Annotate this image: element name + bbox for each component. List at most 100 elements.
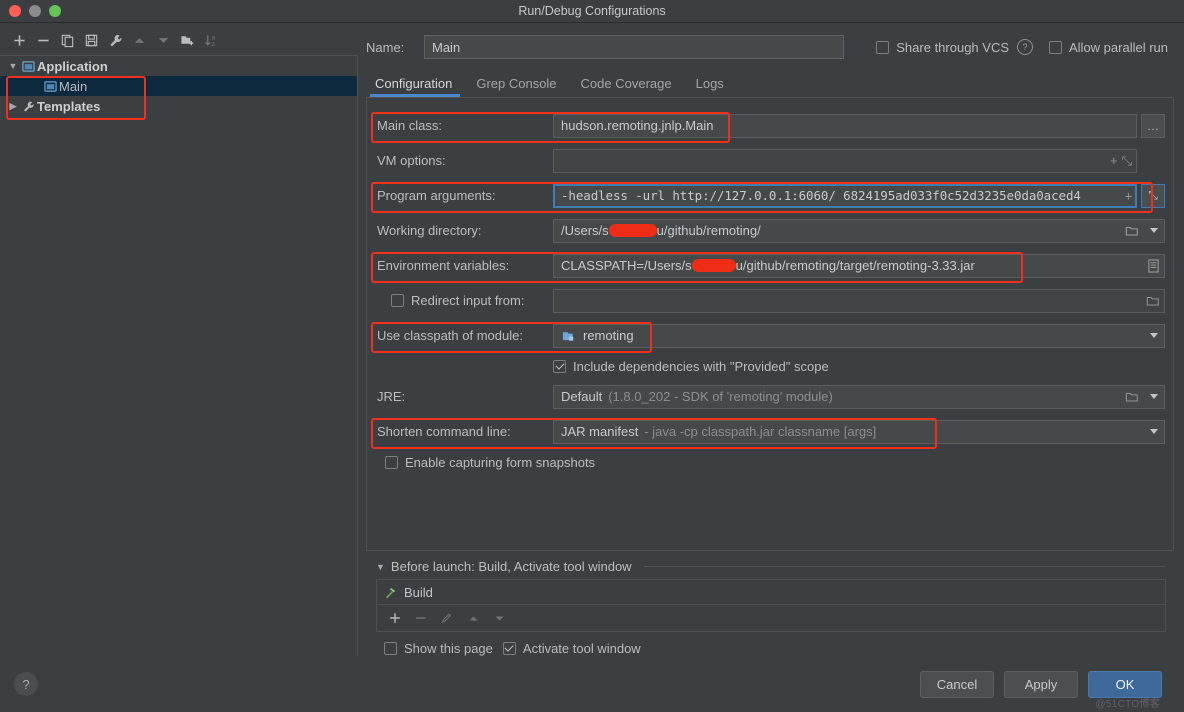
dialog-footer: Cancel Apply OK @51CTO博客	[366, 656, 1174, 712]
enable-form-snapshots-checkbox[interactable]	[385, 456, 398, 469]
allow-parallel-run-checkbox[interactable]	[1049, 41, 1062, 54]
shorten-command-line-control: JAR manifest - java -cp classpath.jar cl…	[553, 420, 1165, 444]
cancel-button[interactable]: Cancel	[920, 671, 994, 698]
share-through-vcs-option[interactable]: Share through VCS	[876, 40, 1009, 55]
show-this-page-label: Show this page	[404, 641, 493, 656]
redirect-input-field[interactable]	[553, 289, 1165, 313]
include-provided-scope-row[interactable]: Include dependencies with "Provided" sco…	[367, 353, 1173, 379]
redaction-block	[609, 224, 657, 237]
remove-task-button[interactable]	[411, 608, 431, 628]
jre-input[interactable]: Default (1.8.0_202 - SDK of 'remoting' m…	[553, 385, 1143, 409]
shorten-command-line-input[interactable]: JAR manifest - java -cp classpath.jar cl…	[553, 420, 1143, 444]
move-up-button[interactable]	[128, 29, 150, 51]
before-launch-checkboxes: Show this page Activate tool window	[376, 632, 1166, 656]
vm-options-input[interactable]: + ⤡	[553, 149, 1137, 173]
chevron-down-icon	[1150, 228, 1158, 233]
working-directory-browse-icon[interactable]	[1119, 224, 1139, 238]
edit-templates-wrench-icon[interactable]	[104, 29, 126, 51]
apply-button[interactable]: Apply	[1004, 671, 1078, 698]
add-configuration-button[interactable]	[8, 29, 30, 51]
before-launch-task-row[interactable]: Build	[377, 580, 1165, 604]
redirect-input-label-group[interactable]: Redirect input from:	[377, 293, 553, 308]
jre-dropdown-button[interactable]	[1143, 385, 1165, 409]
program-arguments-input[interactable]: -headless -url http://127.0.0.1:6060/ 68…	[553, 184, 1137, 208]
jre-value: Default	[561, 389, 602, 404]
save-configuration-icon[interactable]	[80, 29, 102, 51]
edit-task-pencil-icon[interactable]	[437, 608, 457, 628]
configuration-form: Main class: hudson.remoting.jnlp.Main … …	[367, 98, 1173, 475]
working-directory-label: Working directory:	[377, 223, 553, 238]
chevron-down-icon[interactable]: ▼	[6, 61, 20, 71]
chevron-right-icon[interactable]: ▶	[6, 101, 20, 112]
main-class-input[interactable]: hudson.remoting.jnlp.Main	[553, 114, 1137, 138]
move-task-down-button[interactable]	[489, 608, 509, 628]
environment-variables-label: Environment variables:	[377, 258, 553, 273]
application-icon	[20, 60, 37, 73]
jre-browse-icon[interactable]	[1119, 390, 1139, 404]
tree-node-label: Application	[37, 59, 108, 74]
tab-configuration[interactable]: Configuration	[366, 76, 464, 97]
main-class-control: hudson.remoting.jnlp.Main …	[553, 114, 1165, 138]
environment-variables-input[interactable]: CLASSPATH=/Users/su/github/remoting/targ…	[553, 254, 1165, 278]
activate-tool-window-option[interactable]: Activate tool window	[503, 641, 641, 656]
working-directory-row: Working directory: /Users/su/github/remo…	[367, 213, 1173, 248]
main-class-browse-button[interactable]: …	[1141, 114, 1165, 138]
use-classpath-of-module-dropdown-button[interactable]	[1143, 324, 1165, 348]
vm-options-label: VM options:	[377, 153, 553, 168]
expand-editor-icon[interactable]: ⤡	[1122, 153, 1132, 169]
enable-form-snapshots-row[interactable]: Enable capturing form snapshots	[367, 449, 1173, 475]
new-folder-icon[interactable]	[176, 29, 198, 51]
share-vcs-help-icon[interactable]: ?	[1017, 39, 1033, 55]
tab-code-coverage[interactable]: Code Coverage	[569, 76, 684, 97]
tree-node-main[interactable]: Main	[0, 76, 357, 96]
name-input[interactable]: Main	[424, 35, 844, 59]
allow-parallel-run-option[interactable]: Allow parallel run	[1049, 40, 1168, 55]
add-macro-icon[interactable]: +	[1110, 153, 1118, 168]
before-launch-section: ▼ Before launch: Build, Activate tool wi…	[366, 551, 1174, 656]
main-class-label: Main class:	[377, 118, 553, 133]
show-this-page-option[interactable]: Show this page	[384, 641, 493, 656]
redirect-input-checkbox[interactable]	[391, 294, 404, 307]
before-launch-divider	[644, 566, 1166, 567]
jre-value-hint: (1.8.0_202 - SDK of 'remoting' module)	[608, 389, 833, 404]
allow-parallel-run-label: Allow parallel run	[1069, 40, 1168, 55]
program-arguments-expand-button[interactable]: ⤡	[1141, 184, 1165, 208]
add-macro-icon[interactable]: +	[1125, 188, 1132, 203]
environment-variables-edit-icon[interactable]	[1141, 259, 1160, 273]
move-down-button[interactable]	[152, 29, 174, 51]
tab-grep-console[interactable]: Grep Console	[464, 76, 568, 97]
include-provided-scope-checkbox[interactable]	[553, 360, 566, 373]
share-through-vcs-label: Share through VCS	[896, 40, 1009, 55]
configuration-form-panel: Main class: hudson.remoting.jnlp.Main … …	[366, 97, 1174, 551]
chevron-down-icon[interactable]: ▼	[376, 562, 385, 572]
share-through-vcs-checkbox[interactable]	[876, 41, 889, 54]
use-classpath-of-module-input[interactable]: remoting	[553, 324, 1143, 348]
help-button[interactable]: ?	[14, 672, 38, 696]
redirect-input-browse-icon[interactable]	[1140, 294, 1160, 308]
tab-logs[interactable]: Logs	[684, 76, 736, 97]
show-this-page-checkbox[interactable]	[384, 642, 397, 655]
working-directory-dropdown-button[interactable]	[1143, 219, 1165, 243]
before-launch-title: Before launch: Build, Activate tool wind…	[391, 559, 632, 574]
add-task-button[interactable]	[385, 608, 405, 628]
environment-variables-control: CLASSPATH=/Users/su/github/remoting/targ…	[553, 254, 1165, 278]
tree-node-application[interactable]: ▼ Application	[0, 56, 357, 76]
run-debug-configurations-window: Run/Debug Configurations	[0, 0, 1184, 712]
configurations-tree[interactable]: ▼ Application Main ▶	[0, 55, 358, 656]
help-button-wrapper: ?	[0, 656, 358, 712]
working-directory-input[interactable]: /Users/su/github/remoting/	[553, 219, 1143, 243]
environment-variables-value-suffix: u/github/remoting/target/remoting-3.33.j…	[736, 258, 975, 273]
copy-configuration-icon[interactable]	[56, 29, 78, 51]
tree-node-templates[interactable]: ▶ Templates	[0, 96, 357, 116]
before-launch-header[interactable]: ▼ Before launch: Build, Activate tool wi…	[376, 559, 1166, 574]
working-directory-value-prefix: /Users/s	[561, 223, 609, 238]
activate-tool-window-checkbox[interactable]	[503, 642, 516, 655]
window-title: Run/Debug Configurations	[0, 4, 1184, 18]
before-launch-task-list[interactable]: Build	[376, 579, 1166, 632]
ok-button[interactable]: OK	[1088, 671, 1162, 698]
remove-configuration-button[interactable]	[32, 29, 54, 51]
activate-tool-window-label: Activate tool window	[523, 641, 641, 656]
shorten-command-line-dropdown-button[interactable]	[1143, 420, 1165, 444]
sort-alphabetically-icon[interactable]: a z	[200, 29, 222, 51]
move-task-up-button[interactable]	[463, 608, 483, 628]
